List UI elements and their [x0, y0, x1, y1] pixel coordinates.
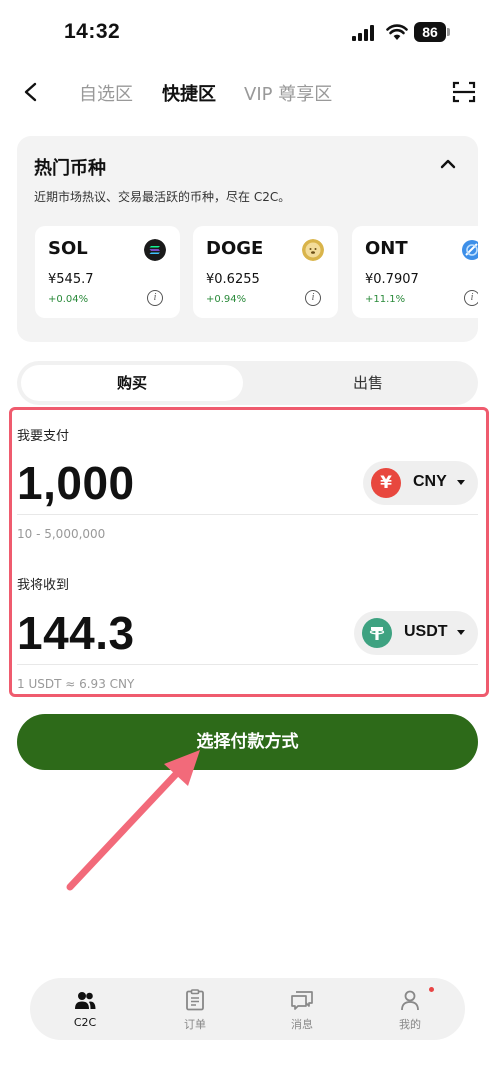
coin-change: +0.04% — [48, 294, 89, 305]
hot-coins-subtitle: 近期市场热议、交易最活跃的币种，尽在 C2C。 — [34, 190, 291, 204]
tab-express[interactable]: 快捷区 — [162, 80, 216, 106]
coin-card-ont[interactable]: ONT ¥0.7907 +11.1% i — [352, 226, 478, 318]
battery-tip — [447, 28, 450, 36]
info-icon[interactable]: i — [464, 290, 478, 306]
status-time: 14:32 — [64, 20, 121, 43]
chevron-up-icon[interactable] — [437, 156, 459, 172]
coin-name: ONT — [365, 238, 408, 259]
clipboard-icon — [186, 989, 204, 1011]
coin-price: ¥545.7 — [48, 272, 94, 287]
nav-label: 消息 — [291, 1018, 313, 1031]
tab-watchlist[interactable]: 自选区 — [79, 80, 133, 106]
nav-c2c[interactable]: C2C — [45, 978, 125, 1040]
nav-label: 订单 — [184, 1018, 206, 1031]
nav-label: C2C — [73, 1016, 97, 1029]
ontology-logo-icon — [462, 240, 478, 260]
nav-profile[interactable]: 我的 — [370, 978, 450, 1040]
nav-orders[interactable]: 订单 — [155, 978, 235, 1040]
back-icon[interactable] — [22, 82, 40, 102]
scan-icon[interactable] — [452, 80, 476, 104]
tab-vip[interactable]: VIP 尊享区 — [244, 80, 332, 106]
cellular-signal-icon — [352, 25, 378, 41]
coin-price: ¥0.6255 — [206, 272, 260, 287]
battery-indicator: 86 — [414, 22, 446, 42]
info-icon[interactable]: i — [305, 290, 321, 306]
coin-card-doge[interactable]: DOGE ¥0.6255 +0.94% i — [193, 226, 338, 318]
user-icon — [401, 990, 419, 1011]
coin-price: ¥0.7907 — [365, 272, 419, 287]
coin-name: SOL — [48, 238, 88, 259]
nav-label: 我的 — [399, 1018, 421, 1031]
bottom-nav: C2C 订单 消息 我的 — [30, 978, 465, 1040]
notification-dot — [429, 987, 434, 992]
dogecoin-logo-icon — [302, 239, 324, 261]
coin-name: DOGE — [206, 238, 264, 259]
wifi-icon — [386, 24, 408, 40]
users-icon — [75, 992, 96, 1009]
coin-card-sol[interactable]: SOL ¥545.7 +0.04% i — [35, 226, 180, 318]
buy-sell-switch: 购买 出售 — [17, 361, 478, 405]
nav-messages[interactable]: 消息 — [262, 978, 342, 1040]
hot-coins-title: 热门币种 — [34, 158, 106, 179]
solana-logo-icon — [144, 239, 166, 261]
coin-change: +11.1% — [365, 294, 406, 305]
chat-icon — [291, 991, 313, 1010]
highlight-frame — [9, 407, 489, 697]
buy-tab[interactable]: 购买 — [21, 365, 243, 401]
coin-change: +0.94% — [206, 294, 247, 305]
hot-coins-card: 热门币种 近期市场热议、交易最活跃的币种，尽在 C2C。 SOL ¥545.7 … — [17, 136, 478, 342]
info-icon[interactable]: i — [147, 290, 163, 306]
annotation-arrow-icon — [66, 750, 200, 891]
sell-tab[interactable]: 出售 — [262, 365, 474, 401]
